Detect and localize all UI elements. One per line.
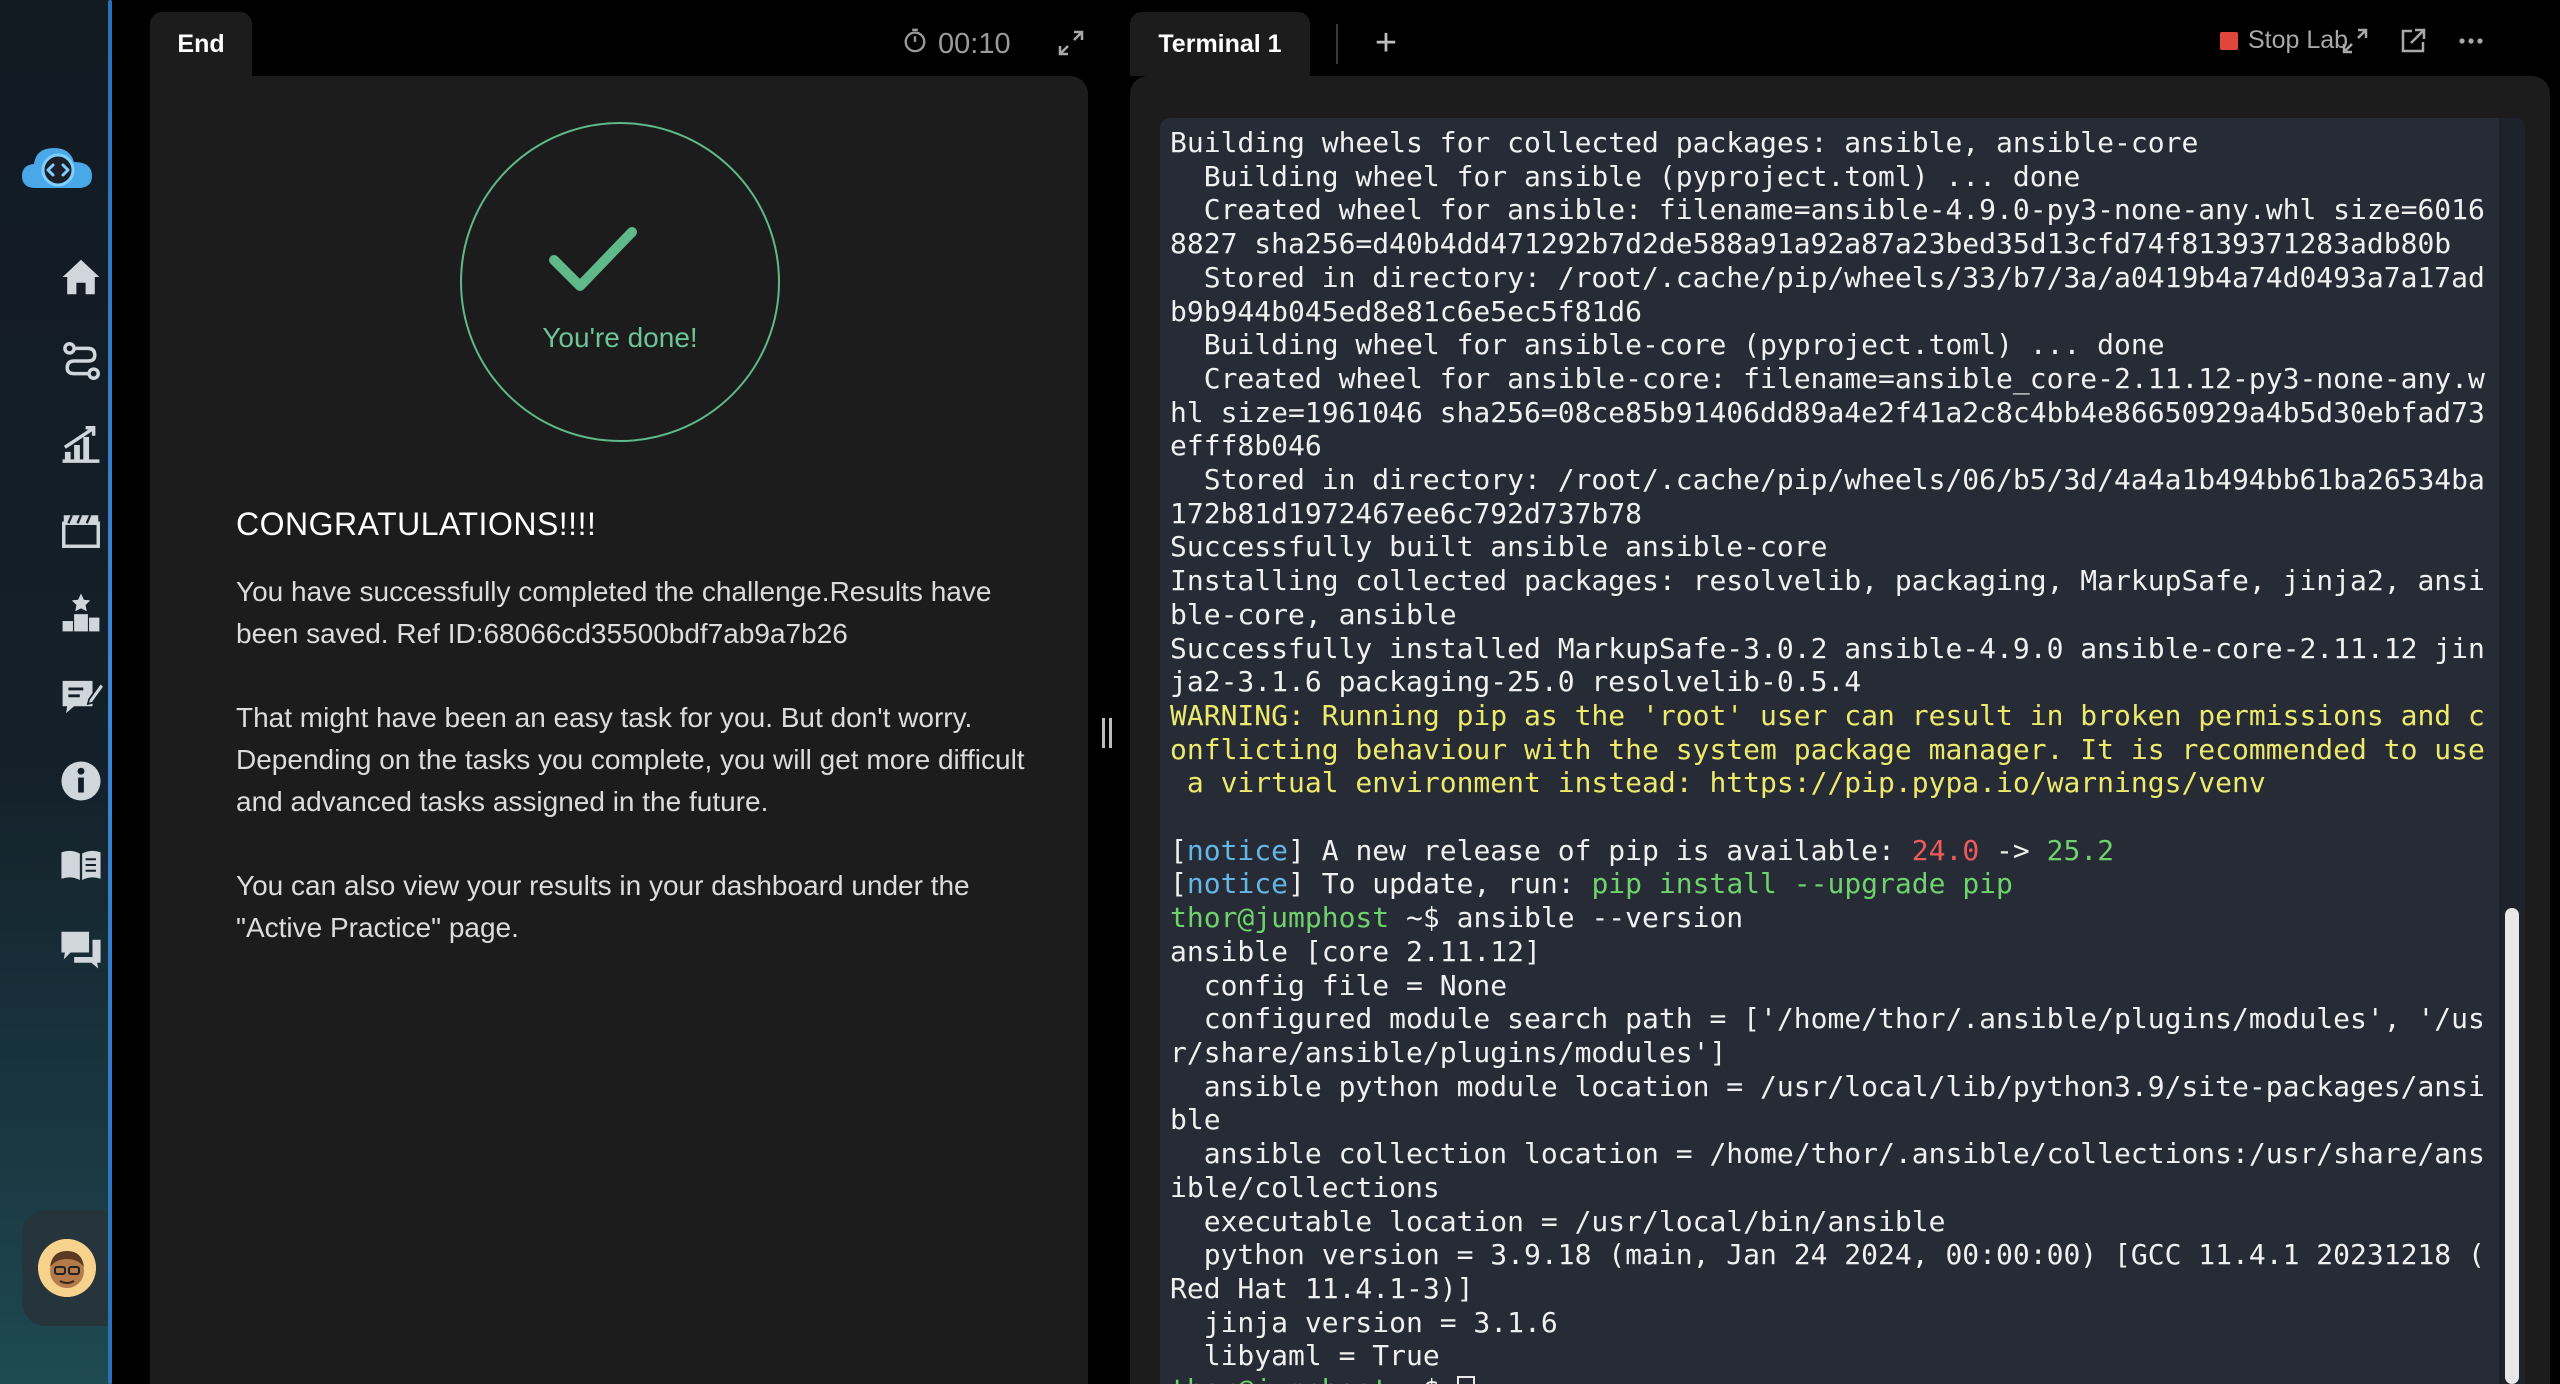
- panel-resize-handle[interactable]: [1100, 718, 1114, 752]
- pip-old-version: 24.0: [1911, 833, 1980, 867]
- clapperboard-icon[interactable]: [50, 498, 112, 560]
- left-tab-bar: End 00:10: [150, 0, 1088, 76]
- info-icon[interactable]: [50, 750, 112, 812]
- terminal-scrollbar[interactable]: [2499, 118, 2525, 1384]
- feedback-icon[interactable]: [50, 666, 112, 728]
- sidebar: [0, 0, 112, 1384]
- terminal-cursor: [1456, 1376, 1475, 1384]
- expand-icon[interactable]: [2340, 26, 2374, 60]
- terminal-tab-bar: Terminal 1 + Stop Lab: [1130, 0, 2560, 76]
- expand-icon[interactable]: [1056, 28, 1086, 58]
- avatar-container[interactable]: [22, 1210, 112, 1326]
- result-paragraph: You can also view your results in your d…: [236, 870, 970, 943]
- results-panel: You're done! CONGRATULATIONS!!!! You hav…: [150, 76, 1088, 1384]
- tab-terminal-1[interactable]: Terminal 1: [1130, 12, 1310, 76]
- completion-badge: You're done!: [460, 122, 780, 442]
- route-icon[interactable]: [50, 330, 112, 392]
- notice-text: To update, run:: [1304, 867, 1592, 901]
- tab-divider: [1336, 24, 1338, 64]
- notice-tag: notice: [1186, 833, 1289, 867]
- congrats-heading: CONGRATULATIONS!!!!: [236, 506, 597, 542]
- terminal-warning: WARNING: Running pip as the 'root' user …: [1170, 698, 2485, 800]
- more-options-icon[interactable]: [2456, 26, 2490, 60]
- pip-new-version: 25.2: [2046, 833, 2115, 867]
- sidebar-edge: [108, 0, 112, 1384]
- done-text: You're done!: [542, 322, 698, 353]
- result-paragraph: That might have been an easy task for yo…: [236, 702, 1025, 817]
- chat-icon[interactable]: [50, 918, 112, 980]
- terminal-command: ansible --version: [1439, 901, 1744, 935]
- stop-icon: [2220, 31, 2238, 50]
- terminal-command-output: ansible [core 2.11.12] config file = Non…: [1170, 934, 2485, 1373]
- stop-lab-label: Stop Lab: [2248, 26, 2349, 54]
- result-paragraph: You have successfully completed the chal…: [236, 576, 992, 649]
- checkmark-icon: [549, 227, 637, 291]
- notice-text: A new release of pip is available:: [1304, 833, 1912, 867]
- prompt-user: thor@jumphost: [1170, 1373, 1389, 1384]
- upgrade-command: pip install --upgrade pip: [1591, 867, 2013, 901]
- open-external-icon[interactable]: [2398, 26, 2432, 60]
- notice-tag: notice: [1186, 867, 1289, 901]
- add-tab-button[interactable]: +: [1366, 24, 1406, 64]
- stop-lab-button[interactable]: Stop Lab: [2220, 26, 2348, 55]
- leaderboard-icon[interactable]: [50, 582, 112, 644]
- tab-end[interactable]: End: [150, 12, 252, 76]
- stopwatch-icon: [902, 27, 928, 61]
- timer-value: 00:10: [938, 27, 1011, 60]
- notice-arrow: ->: [1979, 833, 2047, 867]
- terminal-scroll-thumb[interactable]: [2505, 908, 2519, 1384]
- terminal-build-log: Building wheels for collected packages: …: [1170, 126, 2485, 699]
- prompt-path: ~$: [1389, 1373, 1440, 1384]
- cloud-code-icon[interactable]: [20, 140, 94, 194]
- book-icon[interactable]: [50, 834, 112, 896]
- prompt-path: ~$: [1389, 901, 1440, 935]
- progress-chart-icon[interactable]: [50, 414, 112, 476]
- user-avatar[interactable]: [38, 1239, 96, 1297]
- prompt-user: thor@jumphost: [1170, 901, 1390, 935]
- home-icon[interactable]: [50, 246, 112, 308]
- terminal-panel: Building wheels for collected packages: …: [1130, 76, 2550, 1384]
- timer: 00:10: [902, 24, 1011, 64]
- terminal-output: Building wheels for collected packages: …: [1170, 126, 2485, 1384]
- terminal[interactable]: Building wheels for collected packages: …: [1160, 118, 2525, 1384]
- results-content: CONGRATULATIONS!!!! You have successfull…: [236, 506, 1026, 991]
